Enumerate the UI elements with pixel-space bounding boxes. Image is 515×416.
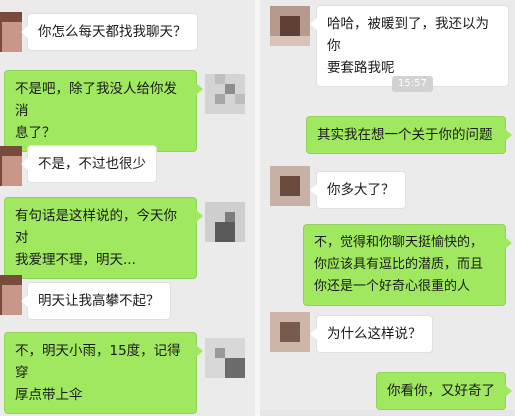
message-bubble-received[interactable]: 你多大了？ [310, 171, 406, 209]
message-bubble-sent[interactable]: 其实我在想一个关于你的问题 [306, 116, 512, 154]
contact-avatar[interactable] [270, 166, 310, 206]
bottom-strip [260, 410, 515, 416]
user-avatar[interactable] [205, 338, 245, 378]
message-bubble-received[interactable]: 哈哈，被暖到了，我还以为你 要套路我呢 [310, 5, 509, 87]
contact-avatar[interactable] [0, 146, 22, 186]
message-bubble-sent[interactable]: 不是吧，除了我没人给你发消 息了？ [4, 70, 203, 152]
message-bubble-received[interactable]: 为什么这样说？ [310, 315, 433, 353]
message-bubble-sent[interactable]: 有句话是这样说的，今天你对 我爱理不理，明天... [4, 197, 203, 279]
timestamp: 15:57 [392, 76, 433, 92]
message-bubble-received[interactable]: 不是，不过也很少 [21, 145, 157, 183]
user-avatar[interactable] [205, 74, 245, 114]
contact-avatar[interactable] [0, 275, 22, 315]
contact-avatar[interactable] [0, 12, 22, 52]
message-bubble-received[interactable]: 你怎么每天都找我聊天？ [21, 13, 198, 51]
contact-avatar[interactable] [270, 312, 310, 352]
message-bubble-sent[interactable]: 你看你，又好奇了 [376, 372, 512, 410]
user-avatar[interactable] [205, 202, 245, 242]
message-bubble-sent[interactable]: 不，觉得和你聊天挺愉快的， 你应该具有逗比的潜质，而且 你还是一个好奇心很重的人 [303, 224, 512, 306]
contact-avatar[interactable] [270, 6, 310, 46]
message-bubble-sent[interactable]: 不，明天小雨，15度，记得穿 厚点带上伞 [4, 332, 203, 414]
right-chat-panel: 哈哈，被暖到了，我还以为你 要套路我呢 15:57 其实我在想一个关于你的问题 … [260, 0, 515, 416]
left-chat-panel: 你怎么每天都找我聊天？ 不是吧，除了我没人给你发消 息了？ 不是，不过也很少 有… [0, 0, 255, 416]
message-bubble-received[interactable]: 明天让我高攀不起？ [21, 282, 171, 320]
